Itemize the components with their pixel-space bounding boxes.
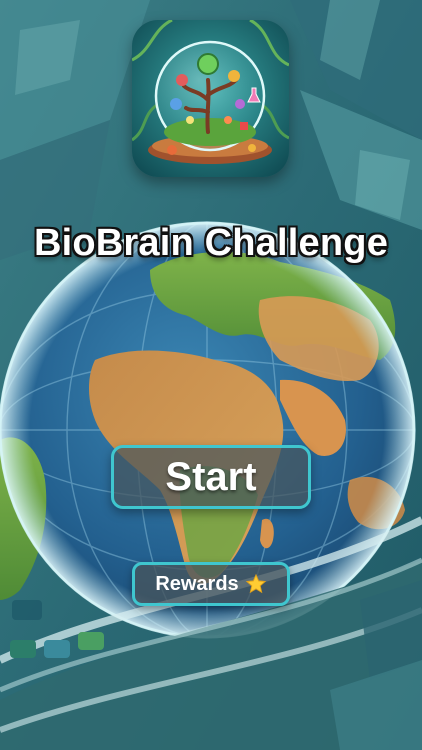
tree-terrarium-icon [132,20,289,177]
start-button-label: Start [165,454,257,499]
rewards-button[interactable]: Rewards [132,562,290,606]
start-button[interactable]: Start [111,445,311,509]
game-main-menu: BioBrain Challenge Start Rewards [0,0,422,750]
rewards-button-label: Rewards [155,572,239,595]
star-icon [245,573,267,595]
game-title: BioBrain Challenge [33,222,389,264]
